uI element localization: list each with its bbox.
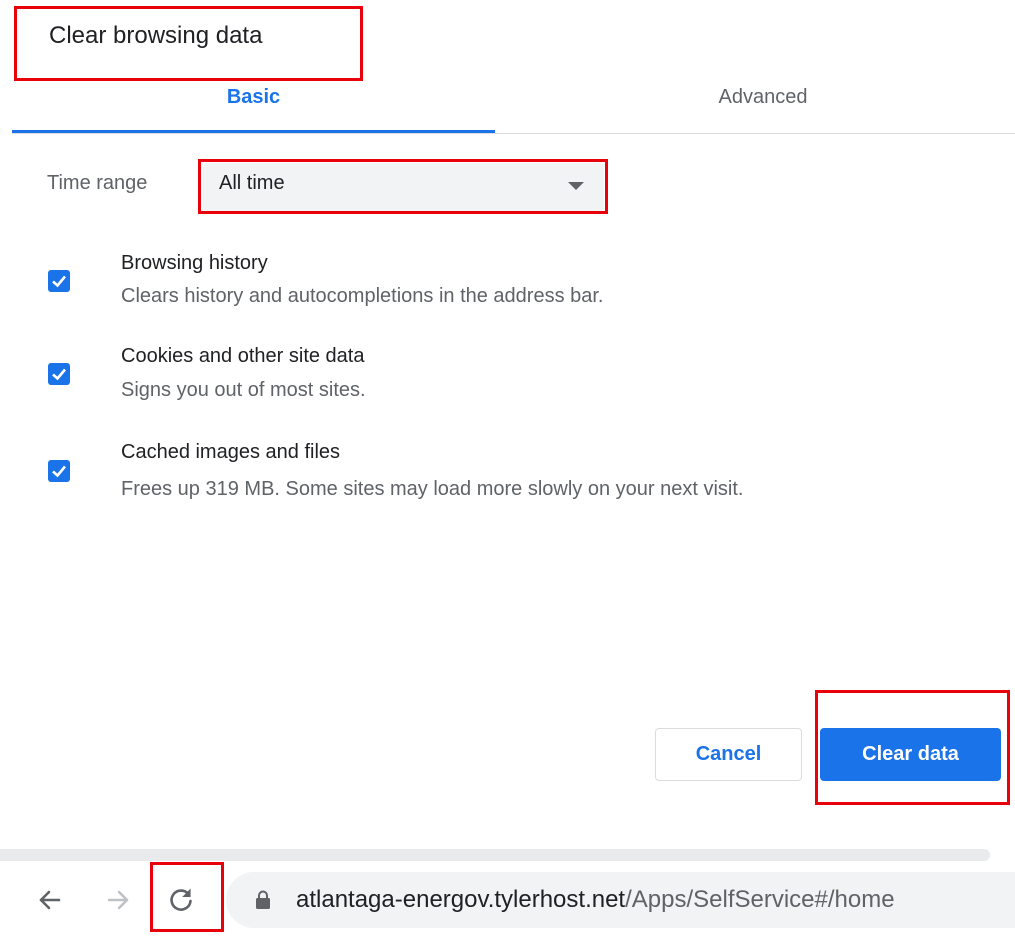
cancel-button[interactable]: Cancel xyxy=(655,728,802,781)
cookies-title: Cookies and other site data xyxy=(121,345,365,367)
forward-arrow-icon xyxy=(107,890,129,910)
toolbar-edge xyxy=(0,849,990,861)
cookies-checkbox[interactable] xyxy=(48,363,70,385)
browsing-history-title: Browsing history xyxy=(121,252,268,274)
checkmark-icon xyxy=(52,275,66,288)
active-tab-indicator xyxy=(12,130,495,133)
checkmark-icon xyxy=(52,368,66,381)
clear-data-button[interactable]: Clear data xyxy=(820,728,1001,781)
browsing-history-description: Clears history and autocompletions in th… xyxy=(121,285,604,307)
clear-browsing-data-dialog: Clear browsing data Basic Advanced Time … xyxy=(0,0,1015,805)
address-bar[interactable]: atlantaga-energov.tylerhost.net/Apps/Sel… xyxy=(226,872,1015,928)
back-button[interactable] xyxy=(32,882,68,918)
tab-advanced[interactable]: Advanced xyxy=(521,86,1005,109)
reload-icon xyxy=(170,888,192,911)
tabs-divider xyxy=(12,133,1015,134)
dropdown-caret-icon xyxy=(568,182,584,190)
forward-button[interactable] xyxy=(100,882,136,918)
time-range-select[interactable]: All time xyxy=(203,163,604,211)
tab-basic[interactable]: Basic xyxy=(12,86,495,109)
checkmark-icon xyxy=(52,465,66,478)
url-text: atlantaga-energov.tylerhost.net/Apps/Sel… xyxy=(296,886,895,914)
url-path: /Apps/SelfService#/home xyxy=(625,886,895,913)
time-range-label: Time range xyxy=(47,172,148,194)
cached-images-description: Frees up 319 MB. Some sites may load mor… xyxy=(121,478,744,500)
cached-images-checkbox[interactable] xyxy=(48,460,70,482)
cached-images-title: Cached images and files xyxy=(121,441,341,463)
browsing-history-checkbox[interactable] xyxy=(48,270,70,292)
cookies-description: Signs you out of most sites. xyxy=(121,379,366,401)
reload-button[interactable] xyxy=(163,882,199,918)
dialog-title: Clear browsing data xyxy=(49,22,263,49)
url-host: atlantaga-energov.tylerhost.net xyxy=(296,886,626,913)
time-range-value: All time xyxy=(219,172,285,194)
lock-icon xyxy=(256,890,270,909)
back-arrow-icon xyxy=(39,890,61,910)
